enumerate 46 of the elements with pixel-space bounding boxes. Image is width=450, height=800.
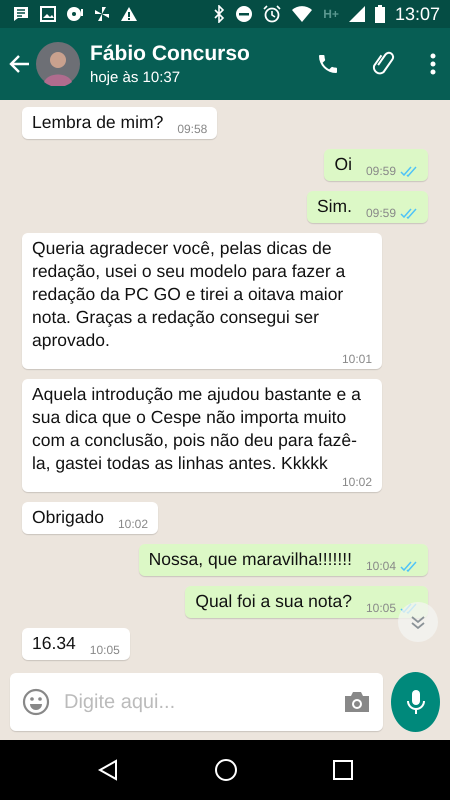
message-time: 09:58 — [177, 122, 208, 136]
message-text: Queria agradecer você, pelas dicas de redação, usei o seu modelo para fazer a redação da PC GO e tirei a oitava maior nota. Graças a redação consegui ser aprovado. — [32, 237, 346, 352]
more-options-icon[interactable] — [430, 53, 436, 75]
microphone-icon — [406, 688, 426, 716]
message-time: 09:59 — [366, 164, 396, 178]
message-time: 10:04 — [366, 559, 396, 573]
message-text: Oi — [334, 153, 352, 176]
message-text: Obrigado — [32, 506, 104, 529]
image-icon — [40, 6, 56, 22]
network-type: H+ — [323, 7, 339, 21]
scroll-down-button[interactable] — [398, 602, 438, 642]
message-time: 10:05 — [366, 601, 396, 615]
wifi-icon — [291, 6, 314, 22]
pinwheel-icon — [94, 6, 110, 22]
message-text: Nossa, que maravilha!!!!!!! — [148, 548, 352, 571]
home-icon[interactable] — [214, 758, 238, 782]
signal-icon — [348, 6, 365, 22]
battery-icon — [374, 5, 385, 23]
message-time: 10:02 — [342, 475, 372, 489]
message-text: Aquela introdução me ajudou bastante e a sua dica que o Cespe não importa muito com a conclusão, pois não deu para fazê-la, gastei todas as linhas antes. Kkkkk — [32, 383, 362, 475]
message-time: 10:02 — [118, 517, 148, 531]
back-icon[interactable] — [97, 759, 120, 781]
emoji-icon[interactable] — [22, 688, 50, 716]
camera-icon[interactable] — [343, 690, 371, 714]
message-text: 16.34 — [32, 632, 76, 655]
message-text: Sim. — [316, 195, 352, 218]
message-text: Qual foi a sua nota? — [195, 590, 352, 613]
message-field[interactable]: Digite aqui... — [10, 673, 383, 731]
warning-icon — [120, 6, 138, 22]
contact-name[interactable]: Fábio Concurso — [90, 42, 316, 66]
message-input[interactable]: Digite aqui... — [62, 690, 331, 714]
bluetooth-icon — [213, 5, 226, 23]
recents-icon[interactable] — [332, 760, 353, 780]
message-time: 10:01 — [342, 352, 372, 366]
message-text: Lembra de mim? — [32, 111, 164, 134]
clock: 13:07 — [394, 4, 440, 24]
message-icon — [12, 5, 30, 23]
alarm-icon — [263, 5, 282, 23]
avatar[interactable] — [36, 42, 80, 86]
phone-icon[interactable] — [316, 52, 340, 76]
last-seen: hoje às 10:37 — [90, 69, 182, 86]
message-time: 10:05 — [90, 643, 120, 657]
back-arrow-icon[interactable] — [8, 54, 30, 74]
do-not-disturb-icon — [235, 5, 254, 23]
message-time: 09:59 — [366, 206, 396, 220]
disc-icon — [66, 6, 84, 22]
